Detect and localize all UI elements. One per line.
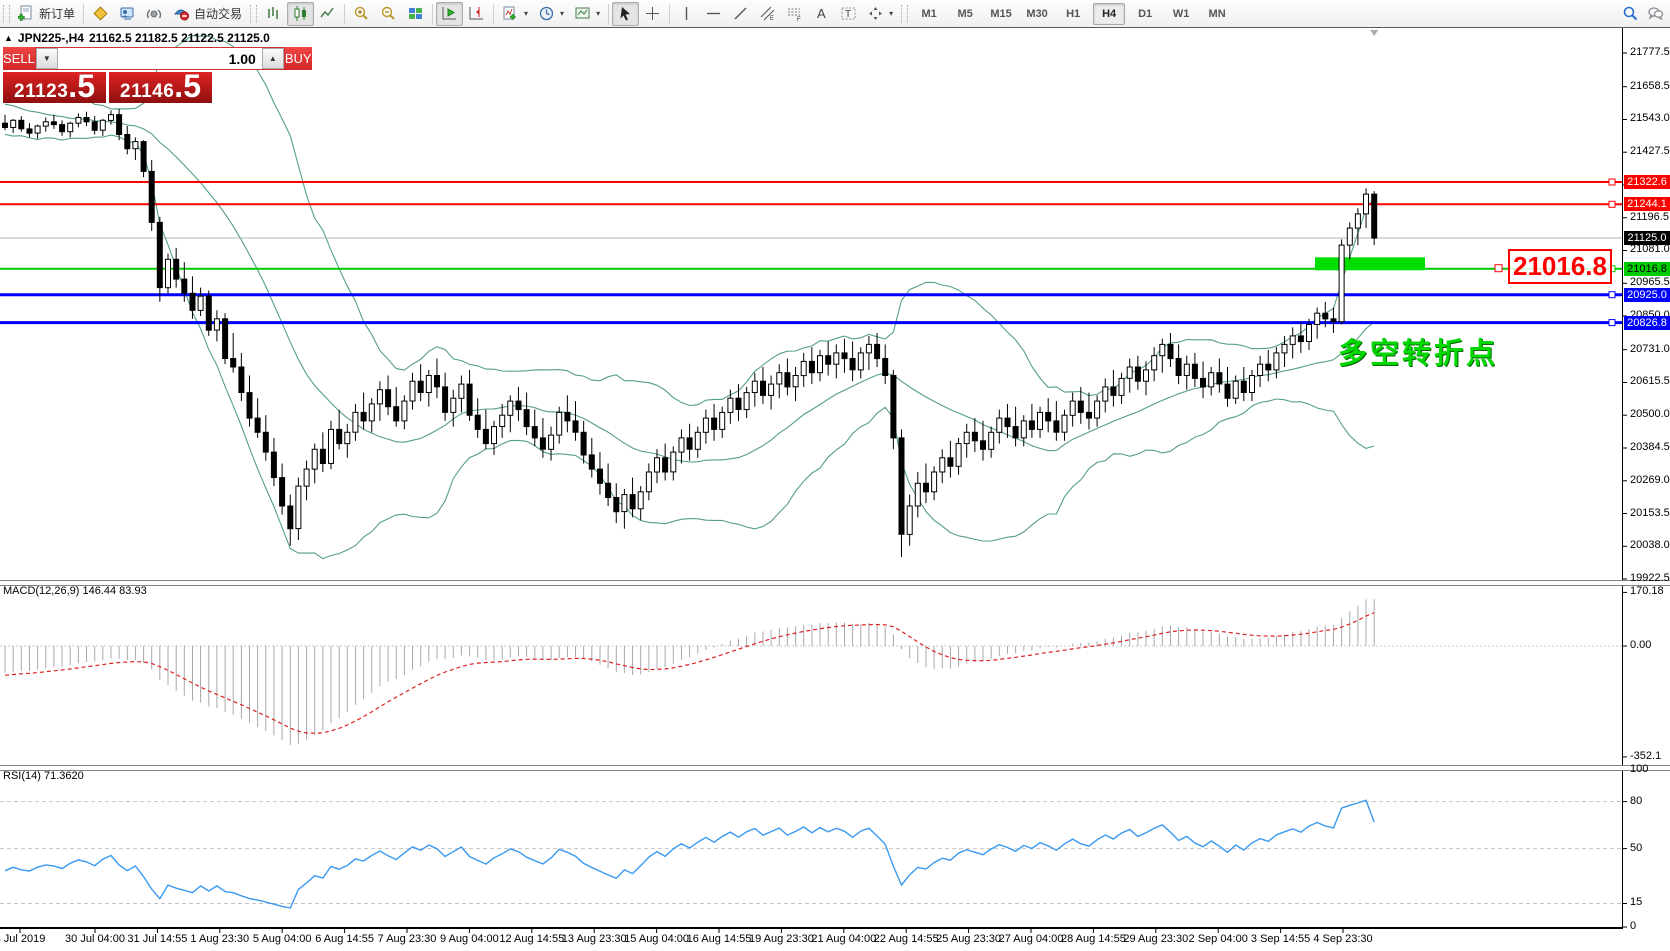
axis-tick-label: 19922.5 <box>1630 572 1670 584</box>
time-axis-label: 13 Aug 23:30 <box>561 933 627 945</box>
buy-price-pips: .5 <box>174 68 201 104</box>
time-axis-label: 21 Aug 04:00 <box>811 933 877 945</box>
time-axis-label: 4 Sep 23:30 <box>1313 933 1373 945</box>
axis-tick-label: 80 <box>1630 794 1643 807</box>
buy-price-box[interactable]: 21146 .5 <box>109 68 212 104</box>
time-axis-label: 28 Aug 14:55 <box>1060 933 1126 945</box>
axis-tick-label: 21196.5 <box>1630 210 1669 223</box>
time-axis-label: 16 Aug 14:55 <box>686 933 752 945</box>
level-badge: 21244.1 <box>1624 197 1670 212</box>
axis-tick-label: 15 <box>1630 896 1643 909</box>
axis-tick-label: 21543.0 <box>1630 112 1670 125</box>
time-axis-label: 15 Aug 04:00 <box>624 933 690 945</box>
axis-tick-label: 20038.0 <box>1630 539 1670 552</box>
axis-tick-label: 50 <box>1630 841 1643 854</box>
time-axis-line <box>0 927 1623 929</box>
volume-decrease-button[interactable]: ▼ <box>35 48 58 69</box>
time-axis-label: 6 Aug 14:55 <box>315 933 374 945</box>
time-axis-label: 29 Aug 23:30 <box>1123 933 1189 945</box>
axis-tick-label: 0 <box>1630 920 1637 932</box>
chart-canvas[interactable] <box>0 0 1670 951</box>
time-axis-label: 12 Aug 14:55 <box>499 933 565 945</box>
window-marker-icon: ▲ <box>4 33 13 43</box>
axis-tick-label: 21427.5 <box>1630 145 1670 158</box>
level-badge: 21016.8 <box>1624 261 1670 276</box>
level-badge: 21322.6 <box>1624 174 1670 189</box>
axis-tick-label: 21081.0 <box>1630 243 1670 256</box>
axis-tick-label: 20500.0 <box>1630 408 1670 421</box>
time-axis-label: 3 Sep 14:55 <box>1250 933 1311 945</box>
time-axis-label: 19 Aug 23:30 <box>748 933 814 945</box>
chart-title: ▲ JPN225-,H4 21162.5 21182.5 21122.5 211… <box>4 31 270 45</box>
axis-tick-label: 170.18 <box>1630 585 1664 598</box>
axis-tick-label: 20269.0 <box>1630 473 1670 486</box>
time-axis-label: 7 Aug 23:30 <box>377 933 437 945</box>
axis-tick-label: -352.1 <box>1630 749 1662 762</box>
axis-tick-label: 20615.5 <box>1630 375 1670 388</box>
buy-price-main: 21146 <box>120 81 175 102</box>
axis-tick-label: 20731.0 <box>1630 342 1670 355</box>
chart-ohlc: 21162.5 21182.5 21122.5 21125.0 <box>88 31 270 45</box>
time-axis-label: 31 Jul 14:55 <box>127 933 188 945</box>
trading-terminal-window: 新订单 自动交易 ▾ ▾ ▾ E F A T ▾ M1 M5 M15 M30 H… <box>0 0 1670 951</box>
sell-price-pips: .5 <box>68 68 95 104</box>
axis-tick-label: 100 <box>1630 763 1649 776</box>
axis-tick-label: 21658.5 <box>1630 79 1670 92</box>
time-axis-label: 9 Aug 04:00 <box>440 933 499 945</box>
axis-tick-label: 0.00 <box>1630 639 1652 651</box>
time-axis-label: 30 Jul 04:00 <box>65 933 125 945</box>
price-axis-line <box>1622 28 1623 929</box>
level-badge: 20925.0 <box>1624 287 1670 302</box>
axis-tick-label: 20153.5 <box>1630 506 1670 519</box>
price-annotation-box[interactable]: 21016.8 <box>1508 249 1612 284</box>
rsi-panel-divider[interactable] <box>0 765 1670 771</box>
level-badge: 20826.8 <box>1624 315 1670 330</box>
macd-panel-divider[interactable] <box>0 580 1670 586</box>
time-axis-label: 1 Aug 23:30 <box>190 933 250 945</box>
time-axis-label: 22 Aug 14:55 <box>873 933 939 945</box>
time-axis-label: 8 Jul 2019 <box>0 933 46 945</box>
rsi-label: RSI(14) 71.3620 <box>3 770 84 782</box>
one-click-trading-panel: SELL ▼ ▲ BUY 21123 .5 21146 .5 <box>3 47 312 104</box>
current-price-badge: 21125.0 <box>1624 231 1670 246</box>
axis-tick-label: 21777.5 <box>1630 46 1670 58</box>
time-axis-label: 27 Aug 04:00 <box>998 933 1064 945</box>
axis-tick-label: 20384.5 <box>1630 440 1670 453</box>
volume-increase-button[interactable]: ▲ <box>261 48 284 69</box>
axis-tick-label: 20965.5 <box>1630 276 1670 289</box>
sell-button[interactable]: SELL <box>3 47 35 70</box>
volume-input[interactable] <box>57 48 262 69</box>
sell-price-main: 21123 <box>14 81 69 102</box>
chart-symbol: JPN225-,H4 <box>17 31 84 45</box>
turning-point-annotation[interactable]: 多空转折点 <box>1338 330 1498 372</box>
buy-button[interactable]: BUY <box>284 47 312 70</box>
time-axis-label: 2 Sep 04:00 <box>1188 933 1248 945</box>
macd-label: MACD(12,26,9) 146.44 83.93 <box>3 585 147 597</box>
time-axis-label: 25 Aug 23:30 <box>936 933 1002 945</box>
time-axis-label: 5 Aug 04:00 <box>252 933 312 945</box>
sell-price-box[interactable]: 21123 .5 <box>3 68 106 104</box>
